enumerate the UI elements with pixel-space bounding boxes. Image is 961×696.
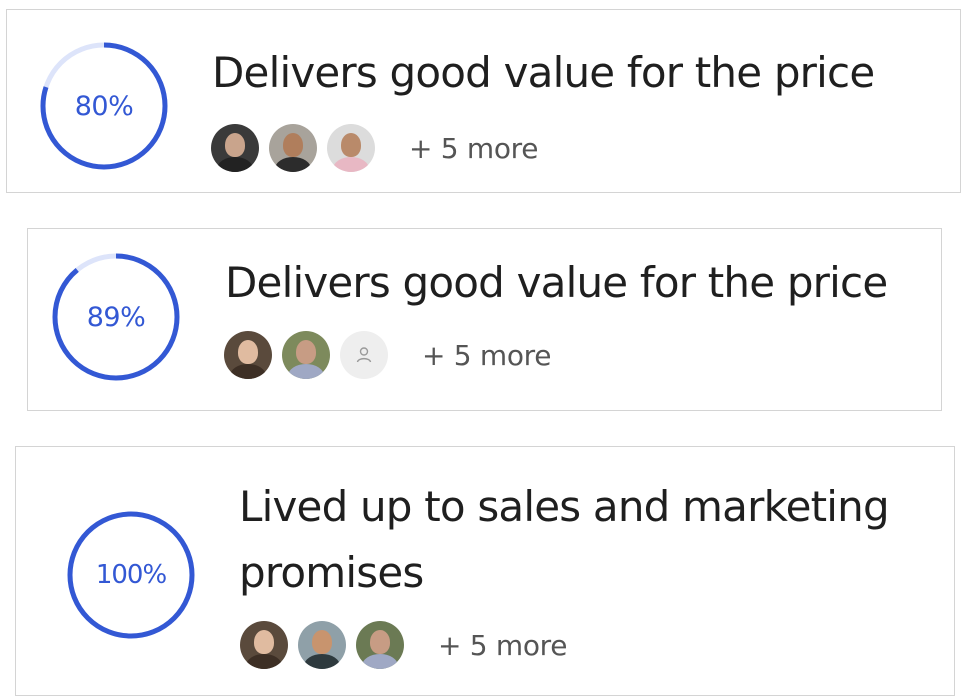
- score-percent: 100%: [95, 560, 167, 590]
- avatar[interactable]: [298, 621, 346, 669]
- reviewer-avatars: + 5 more: [240, 621, 568, 669]
- review-card[interactable]: 89% Delivers good value for the price + …: [27, 228, 942, 411]
- more-reviewers-link[interactable]: + 5 more: [422, 339, 552, 372]
- reviewer-avatars: + 5 more: [224, 331, 552, 379]
- reviewer-avatars: + 5 more: [211, 124, 539, 172]
- user-icon: [356, 347, 372, 363]
- avatar[interactable]: [282, 331, 330, 379]
- avatar[interactable]: [327, 124, 375, 172]
- score-gauge: 100%: [67, 511, 195, 639]
- card-title: Delivers good value for the price: [225, 258, 888, 307]
- avatar[interactable]: [211, 124, 259, 172]
- review-card[interactable]: 80% Delivers good value for the price + …: [6, 9, 961, 193]
- review-card[interactable]: 100% Lived up to sales and marketing pro…: [15, 446, 955, 696]
- more-reviewers-link[interactable]: + 5 more: [438, 629, 568, 662]
- score-percent: 89%: [86, 301, 146, 333]
- score-percent: 80%: [74, 90, 134, 122]
- avatar-placeholder[interactable]: [340, 331, 388, 379]
- avatar[interactable]: [224, 331, 272, 379]
- avatar[interactable]: [240, 621, 288, 669]
- score-gauge: 89%: [52, 253, 180, 381]
- card-title: Delivers good value for the price: [212, 48, 875, 97]
- score-gauge: 80%: [40, 42, 168, 170]
- more-reviewers-link[interactable]: + 5 more: [409, 132, 539, 165]
- avatar[interactable]: [269, 124, 317, 172]
- card-title: Lived up to sales and marketing promises: [239, 482, 890, 597]
- avatar[interactable]: [356, 621, 404, 669]
